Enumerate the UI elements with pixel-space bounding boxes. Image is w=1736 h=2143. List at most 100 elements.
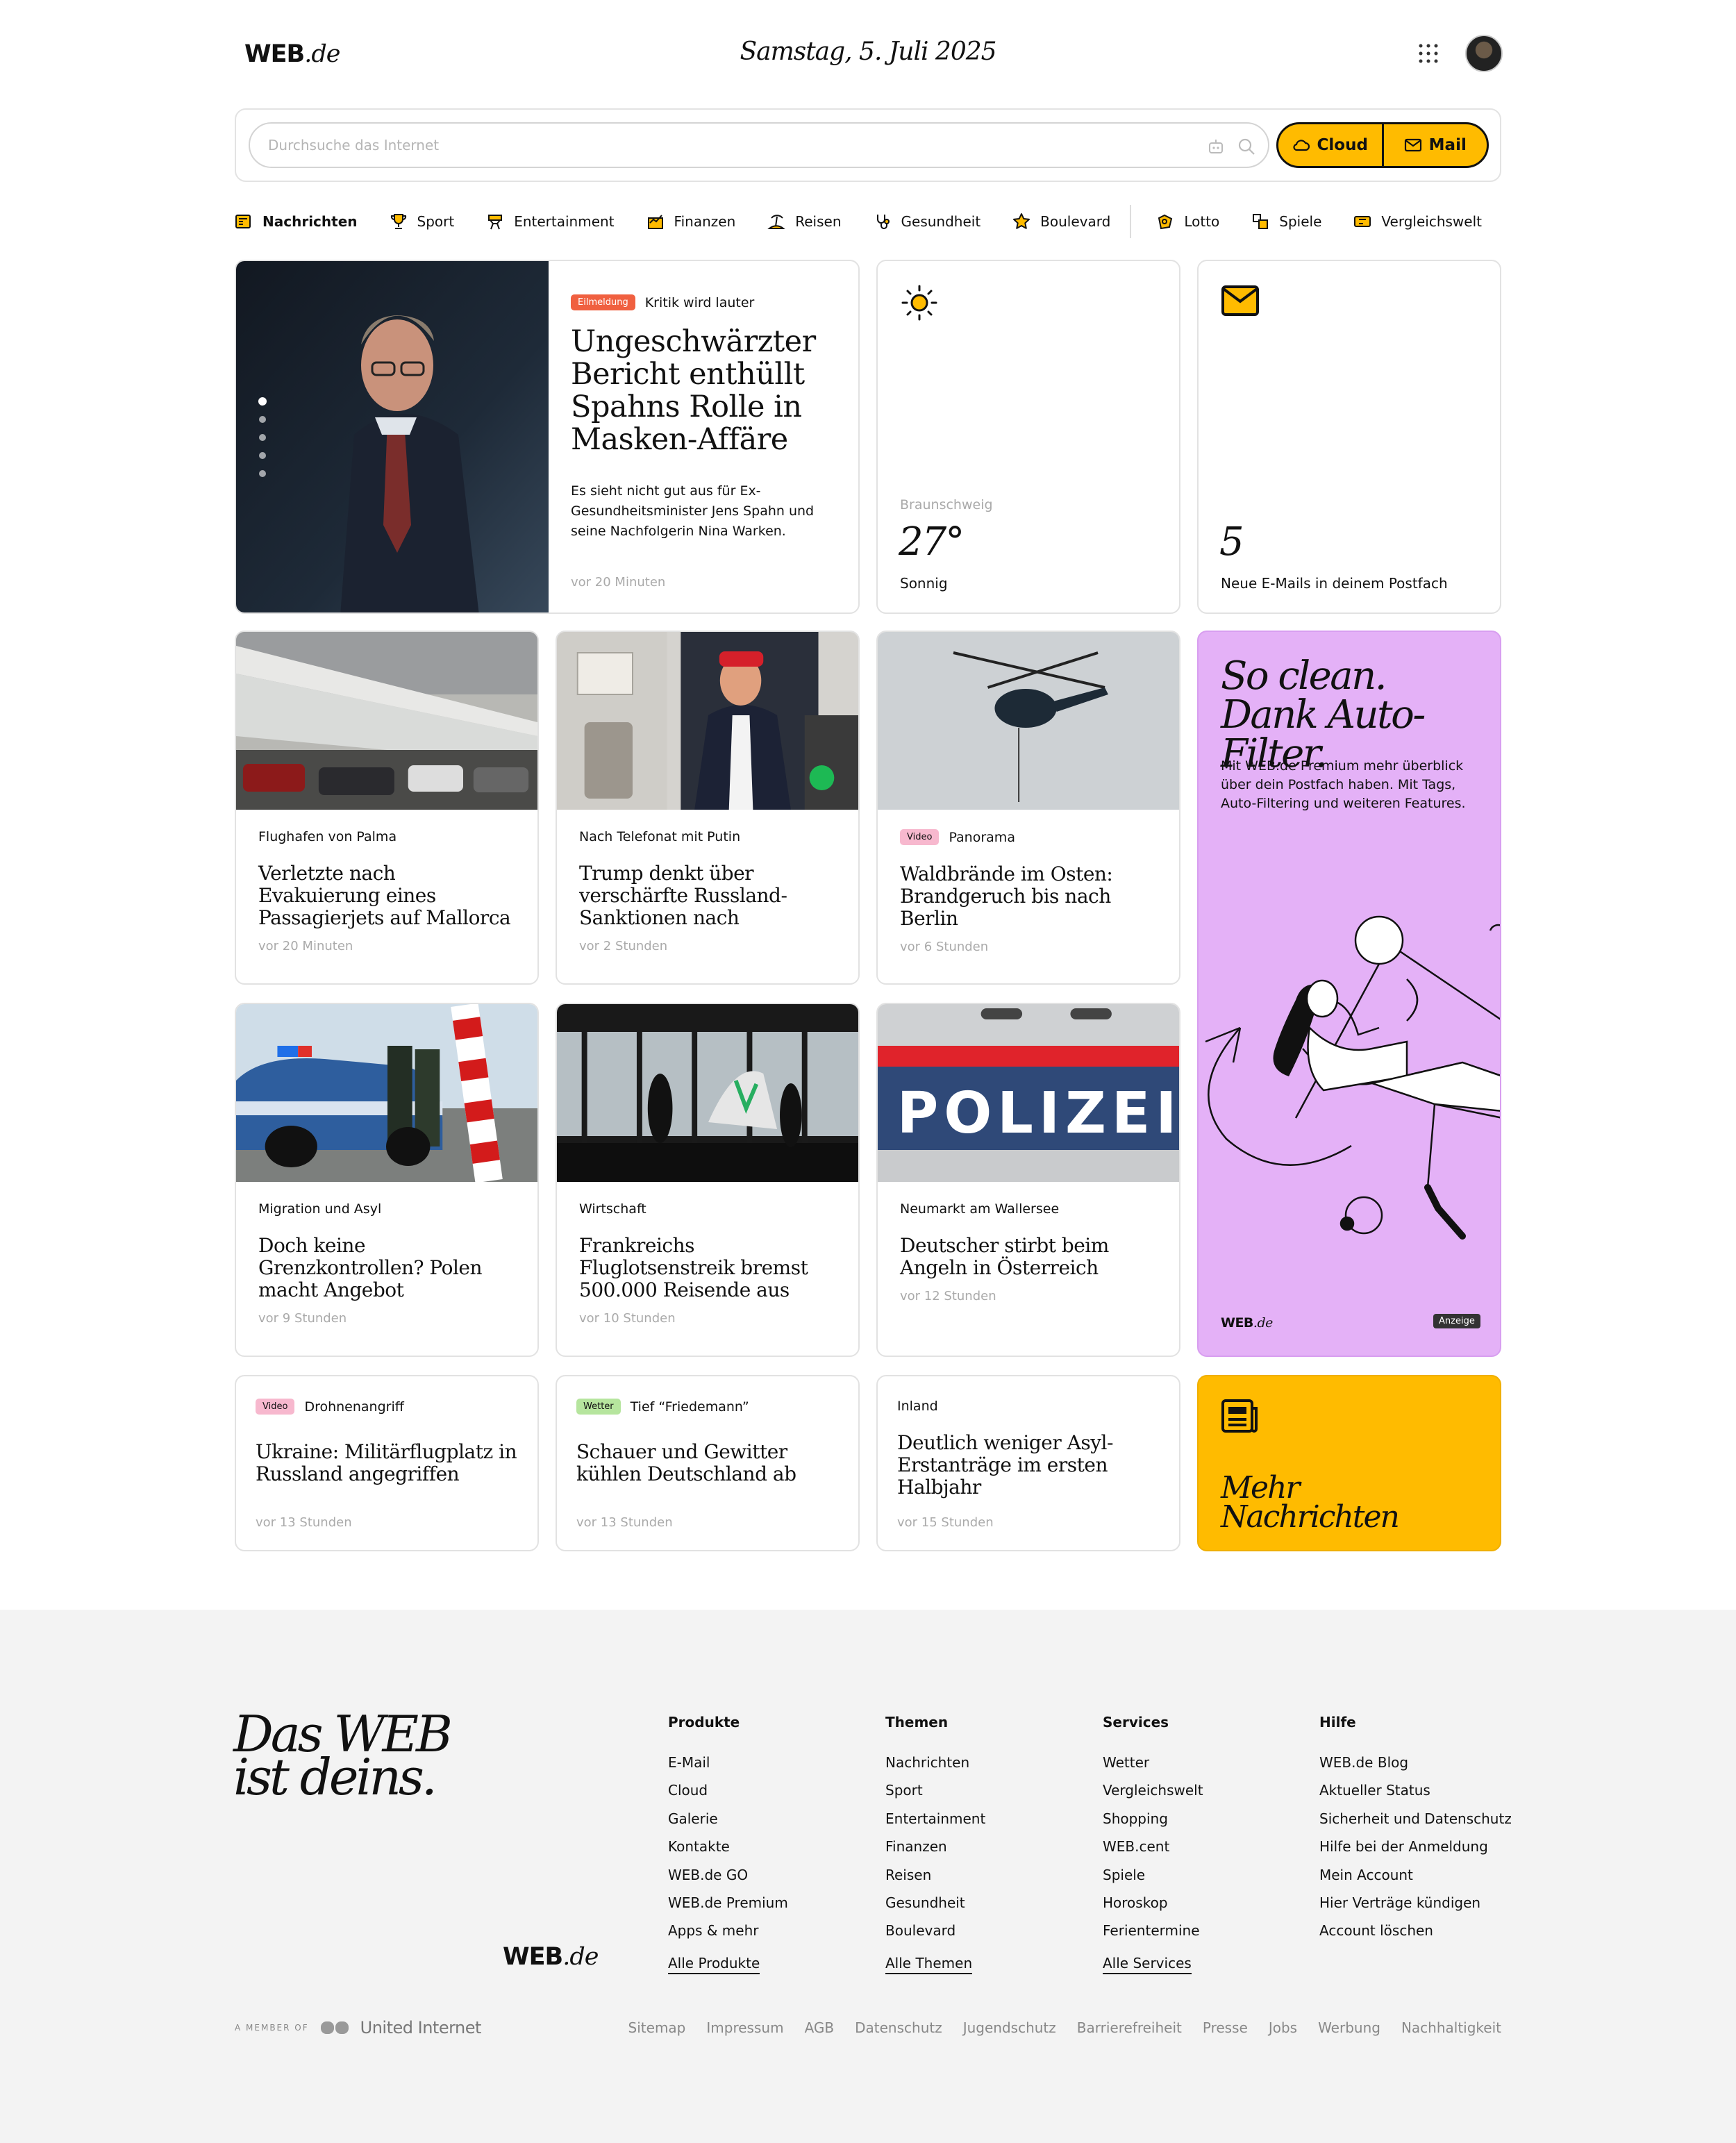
article-card[interactable]: Wirtschaft Frankreichs Fluglotsenstreik … [556, 1003, 860, 1357]
legal-link[interactable]: Nachhaltigkeit [1401, 2019, 1501, 2036]
footer-column-title: Hilfe [1319, 1714, 1356, 1731]
nav-label: Finanzen [674, 213, 736, 230]
user-avatar[interactable] [1465, 35, 1503, 72]
footer-link[interactable]: Hilfe bei der Anmeldung [1319, 1833, 1512, 1860]
nav-item-boulevard[interactable]: Boulevard [1012, 212, 1110, 231]
footer-all-link[interactable]: Alle Themen [885, 1955, 973, 1974]
footer-link[interactable]: Boulevard [885, 1917, 985, 1944]
footer-all-link[interactable]: Alle Services [1103, 1955, 1192, 1974]
footer-link[interactable]: E-Mail [668, 1749, 788, 1776]
puzzle-icon [1253, 214, 1269, 229]
footer-link[interactable]: Mein Account [1319, 1861, 1512, 1889]
footer-link[interactable]: Galerie [668, 1805, 788, 1833]
article-content: Nach Telefonat mit Putin Trump denkt übe… [579, 829, 843, 953]
footer-link[interactable]: Nachrichten [885, 1749, 985, 1776]
newspaper-icon [1221, 1399, 1258, 1433]
article-image-airport [236, 632, 537, 810]
united-internet-logo-icon [320, 2021, 349, 2034]
mail-card[interactable]: 5 Neue E-Mails in deinem Postfach [1197, 260, 1501, 614]
ad-headline: So clean. Dank Auto-Filter. [1221, 653, 1426, 776]
legal-link[interactable]: Presse [1203, 2019, 1248, 2036]
footer-link[interactable]: Vergleichswelt [1103, 1776, 1203, 1804]
footer-link[interactable]: Sicherheit und Datenschutz [1319, 1805, 1512, 1833]
apps-grid-icon[interactable] [1418, 43, 1439, 64]
legal-link[interactable]: Datenschutz [855, 2019, 942, 2036]
article-kicker: Wirtschaft [579, 1201, 646, 1217]
footer-link[interactable]: Wetter [1103, 1749, 1203, 1776]
mail-button[interactable]: Mail [1384, 124, 1487, 166]
article-image-helicopter [878, 632, 1179, 810]
legal-link[interactable]: AGB [805, 2019, 835, 2036]
slogan-line-2: ist deins. [233, 1748, 437, 1806]
nav-item-lotto[interactable]: Lotto [1156, 212, 1219, 231]
nav-item-sport[interactable]: Sport [390, 212, 454, 231]
footer-all-link[interactable]: Alle Produkte [668, 1955, 760, 1974]
article-title: Schauer und Gewitter kühlen Deutschland … [576, 1440, 796, 1485]
nav-item-reisen[interactable]: Reisen [767, 212, 842, 231]
footer-link[interactable]: WEB.cent [1103, 1833, 1203, 1860]
legal-link[interactable]: Impressum [706, 2019, 783, 2036]
nav-item-nachrichten[interactable]: Nachrichten [235, 212, 358, 231]
nav-item-vergleichswelt[interactable]: Vergleichswelt [1353, 212, 1482, 231]
nav-item-entertainment[interactable]: Entertainment [486, 212, 615, 231]
nav-item-gesundheit[interactable]: Gesundheit [874, 212, 980, 231]
article-title: Doch keine Grenzkontrollen? Polen macht … [258, 1234, 483, 1301]
weather-temp: 27° [899, 519, 965, 565]
footer-link[interactable]: Horoskop [1103, 1889, 1203, 1917]
nav-label: Spiele [1279, 213, 1322, 230]
footer-link[interactable]: Hier Verträge kündigen [1319, 1889, 1512, 1917]
more-news-card[interactable]: Mehr Nachrichten [1197, 1375, 1501, 1551]
article-card[interactable]: Nach Telefonat mit Putin Trump denkt übe… [556, 631, 860, 985]
article-card[interactable]: Flughafen von Palma Verletzte nach Evaku… [235, 631, 539, 985]
cloud-button[interactable]: Cloud [1278, 124, 1382, 166]
small-article-card[interactable]: Wetter Tief “Friedemann” Schauer und Gew… [556, 1375, 860, 1551]
clover-icon [1158, 214, 1173, 230]
footer-link[interactable]: Gesundheit [885, 1889, 985, 1917]
legal-link[interactable]: Barrierefreiheit [1077, 2019, 1182, 2036]
footer-link[interactable]: Shopping [1103, 1805, 1203, 1833]
article-card[interactable]: Migration und Asyl Doch keine Grenzkontr… [235, 1003, 539, 1357]
weather-badge: Wetter [576, 1399, 621, 1415]
footer-column-produkte: Produkte E-Mail Cloud Galerie Kontakte W… [668, 1714, 788, 1974]
footer-link[interactable]: Aktueller Status [1319, 1776, 1512, 1804]
legal-link[interactable]: Jobs [1269, 2019, 1297, 2036]
footer-link[interactable]: Entertainment [885, 1805, 985, 1833]
footer-link[interactable]: WEB.de Blog [1319, 1749, 1512, 1776]
article-card[interactable]: Video Panorama Waldbrände im Osten: Bran… [876, 631, 1180, 985]
current-date: Samstag, 5. Juli 2025 [740, 37, 996, 66]
ad-card[interactable]: So clean. Dank Auto-Filter. Mit WEB.de P… [1197, 631, 1501, 1357]
article-card[interactable]: POLIZEI Neumarkt am Wallersee Deutscher … [876, 1003, 1180, 1357]
legal-link[interactable]: Jugendschutz [963, 2019, 1056, 2036]
nav-item-spiele[interactable]: Spiele [1251, 212, 1321, 231]
article-content: Wetter Tief “Friedemann” Schauer und Gew… [576, 1399, 847, 1485]
footer-column-themen: Themen Nachrichten Sport Entertainment F… [885, 1714, 985, 1974]
hero-article-card[interactable]: Eilmeldung Kritik wird lauter Ungeschwär… [235, 260, 860, 614]
weather-card[interactable]: Braunschweig 27° Sonnig [876, 260, 1180, 614]
article-title: Waldbrände im Osten: Brandgeruch bis nac… [900, 862, 1113, 930]
member-of[interactable]: A MEMBER OF United Internet [235, 2018, 481, 2037]
nav-item-finanzen[interactable]: Finanzen [646, 212, 736, 231]
footer-link[interactable]: Cloud [668, 1776, 788, 1804]
footer-logo[interactable]: WEB.de [503, 1943, 599, 1971]
small-article-card[interactable]: Video Drohnenangriff Ukraine: Militärflu… [235, 1375, 539, 1551]
footer-link[interactable]: Sport [885, 1776, 985, 1804]
search-icon[interactable] [1237, 137, 1255, 156]
article-kicker: Video Panorama [900, 829, 1164, 845]
search-input[interactable]: Durchsuche das Internet [249, 122, 1269, 168]
article-time: vor 2 Stunden [579, 939, 668, 953]
weather-city: Braunschweig [900, 497, 993, 512]
article-kicker: Flughafen von Palma [258, 829, 397, 844]
footer-link[interactable]: Account löschen [1319, 1917, 1512, 1944]
footer-link[interactable]: WEB.de GO [668, 1861, 788, 1889]
footer-link[interactable]: WEB.de Premium [668, 1889, 788, 1917]
footer-link[interactable]: Apps & mehr [668, 1917, 788, 1944]
footer-link[interactable]: Finanzen [885, 1833, 985, 1860]
legal-link[interactable]: Sitemap [628, 2019, 686, 2036]
assistant-icon[interactable] [1207, 137, 1225, 156]
footer-link[interactable]: Reisen [885, 1861, 985, 1889]
footer-link[interactable]: Ferientermine [1103, 1917, 1203, 1944]
small-article-card[interactable]: Inland Deutlich weniger Asyl-Erstanträge… [876, 1375, 1180, 1551]
legal-link[interactable]: Werbung [1318, 2019, 1380, 2036]
footer-link[interactable]: Kontakte [668, 1833, 788, 1860]
footer-link[interactable]: Spiele [1103, 1861, 1203, 1889]
